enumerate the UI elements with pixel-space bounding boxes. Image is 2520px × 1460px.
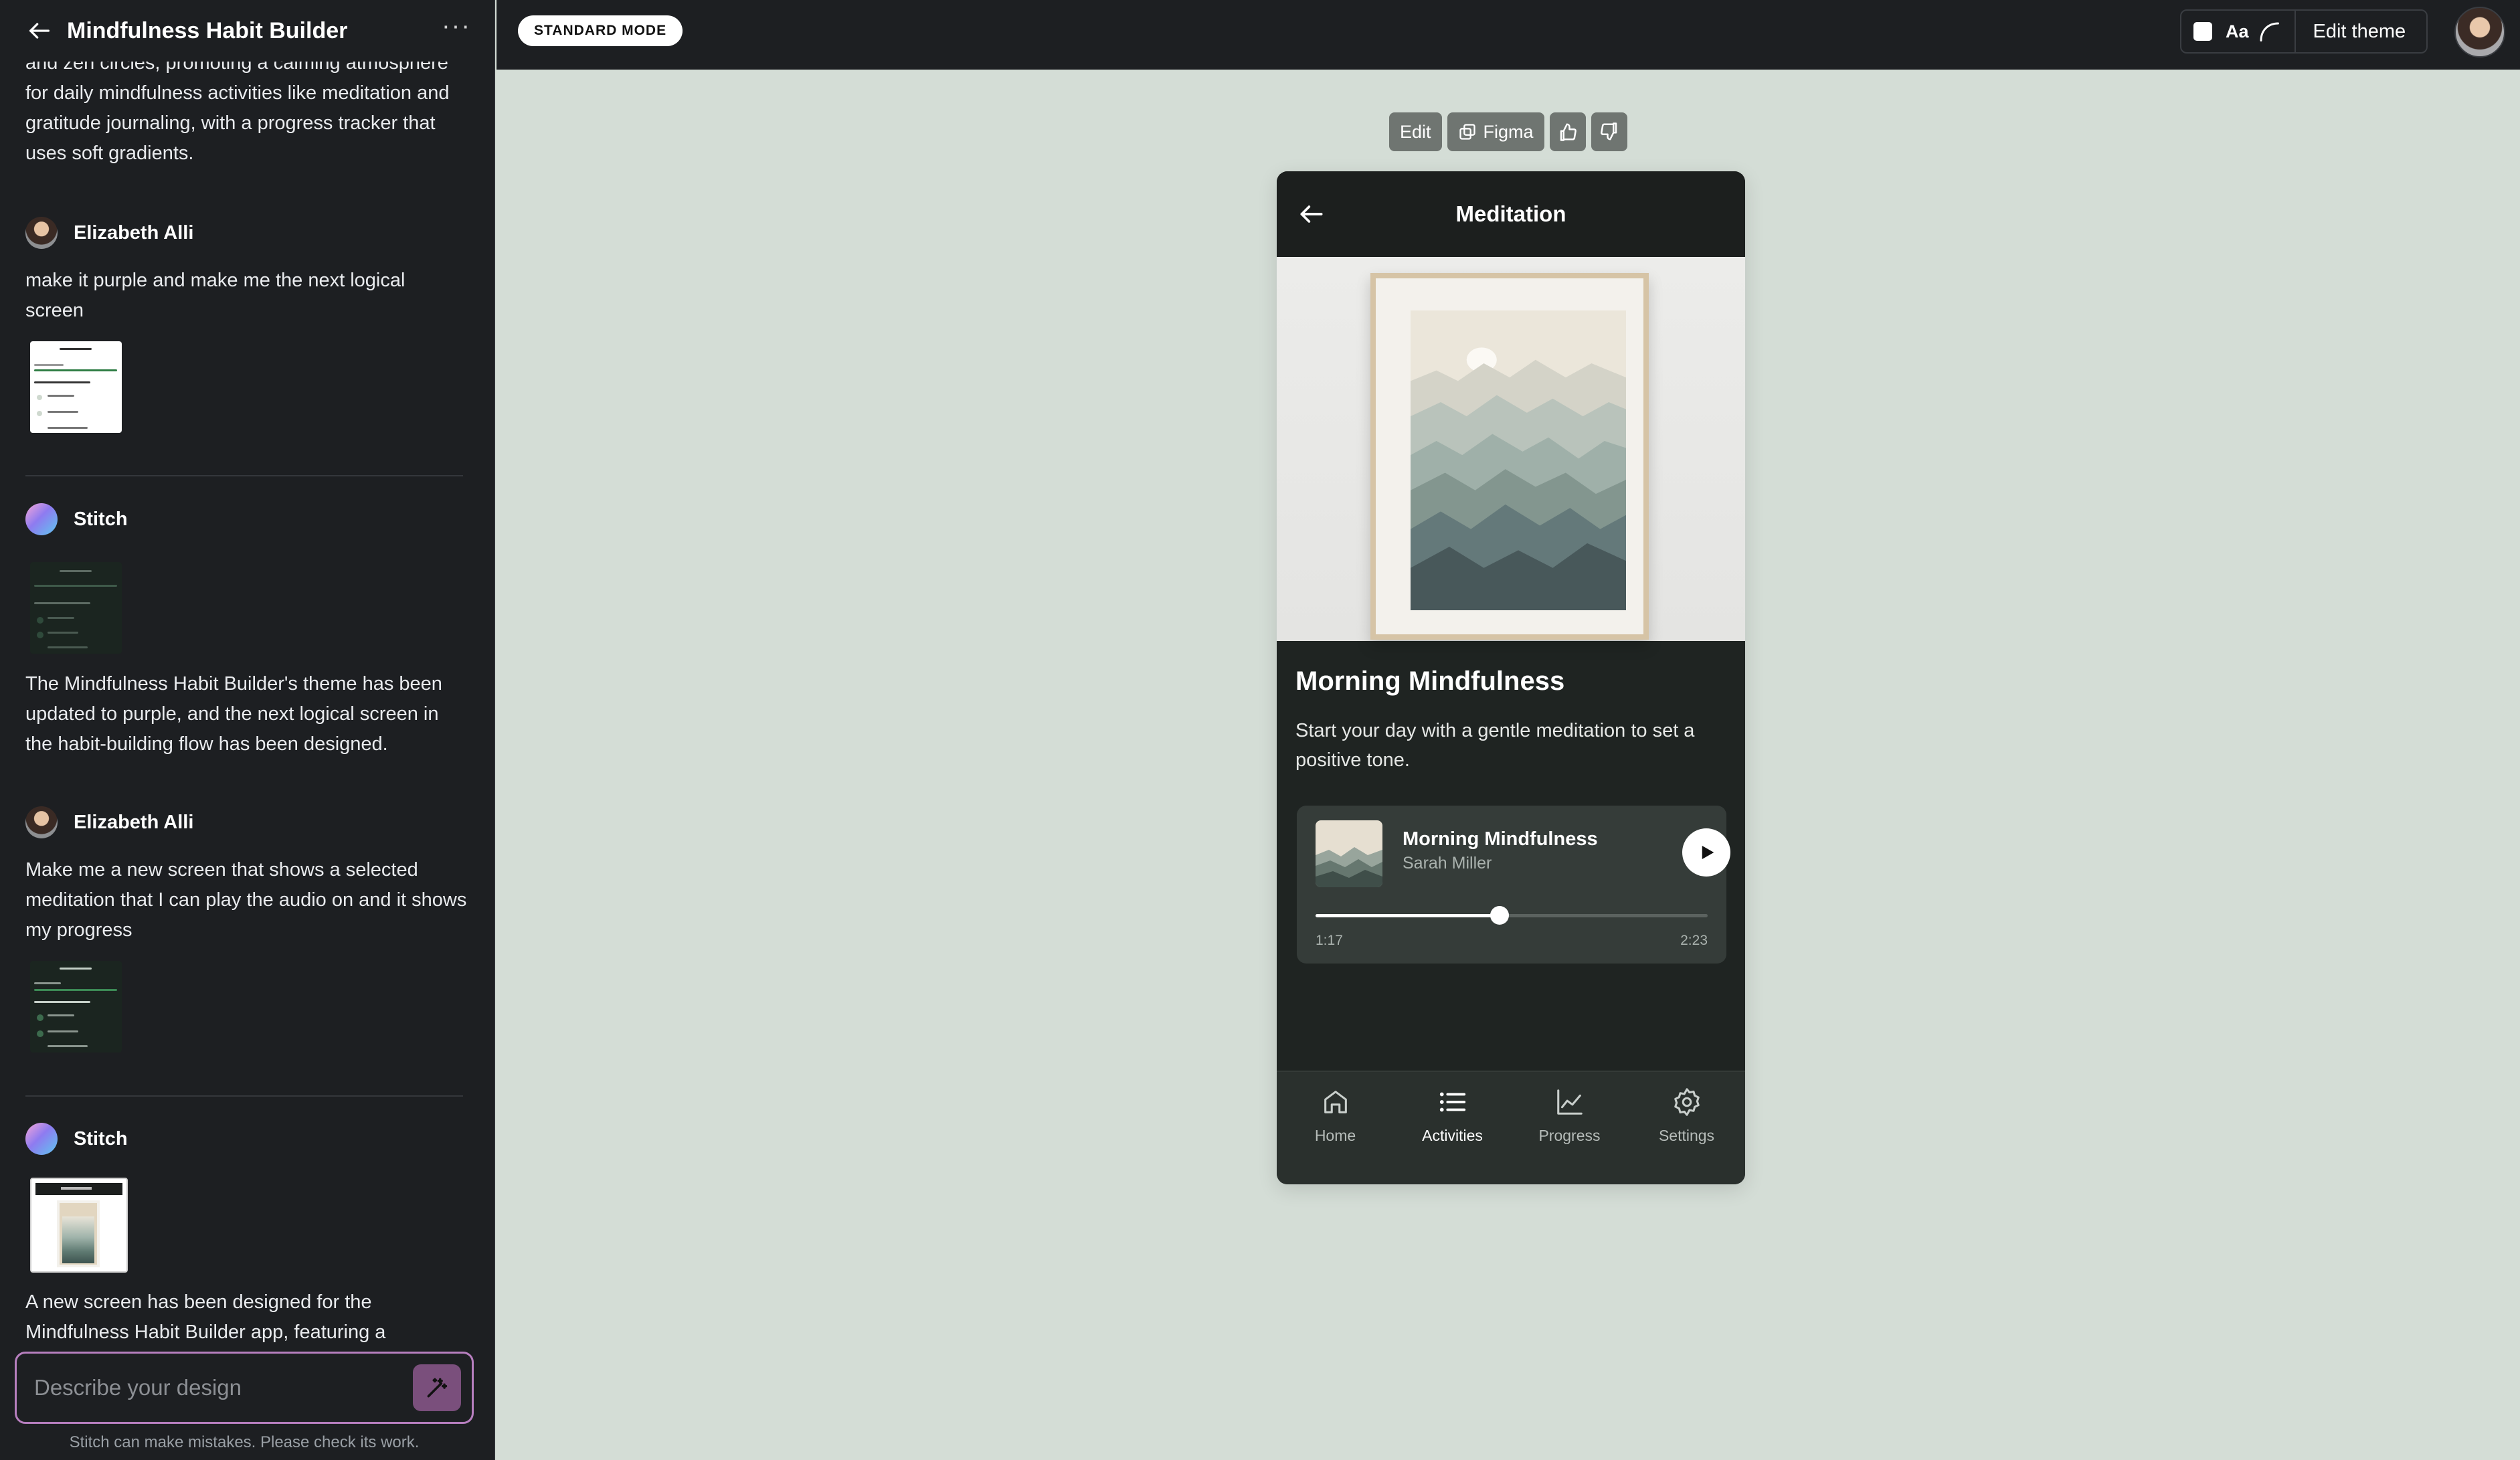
duration: 2:23 (1680, 933, 1708, 948)
message-divider (25, 1095, 463, 1097)
author-name: Elizabeth Alli (74, 221, 194, 244)
mountain-art (1411, 310, 1626, 610)
intro-message: and zen circles, promoting a calming atm… (25, 52, 450, 164)
nav-label: Progress (1538, 1127, 1601, 1144)
theme-controls[interactable]: Aa Edit theme (2180, 9, 2428, 54)
corner-radius-icon[interactable] (2257, 19, 2281, 43)
thumbs-down-icon (1600, 122, 1617, 141)
message-author: Elizabeth Alli (25, 217, 193, 249)
nav-label: Settings (1658, 1127, 1715, 1144)
play-button[interactable] (1682, 828, 1730, 877)
user-avatar (25, 806, 58, 838)
play-icon (1702, 846, 1714, 859)
session-title: Morning Mindfulness (1295, 666, 1565, 696)
author-name: Stitch (74, 508, 128, 530)
generate-button[interactable] (413, 1364, 461, 1411)
app-header: Meditation (1277, 171, 1745, 257)
screen-title: Meditation (1455, 201, 1566, 226)
arrow-left-icon (29, 23, 50, 39)
phone-preview[interactable]: Meditation Morning Mindfulness Start you… (1277, 171, 1745, 1184)
chat-sidebar: and zen circles, promoting a calming atm… (0, 0, 495, 1460)
chat-history[interactable]: and zen circles, promoting a calming atm… (0, 0, 494, 1345)
assistant-message: The Mindfulness Habit Builder's theme ha… (25, 673, 442, 755)
progress-fill (1316, 914, 1500, 917)
bottom-nav: Home Activities Progress Settings (1277, 1071, 1745, 1184)
screen-thumbnail[interactable] (30, 961, 122, 1053)
author-name: Stitch (74, 1127, 128, 1150)
font-icon[interactable]: Aa (2226, 21, 2249, 42)
magic-wand-icon (427, 1378, 448, 1398)
screen-thumbnail[interactable] (30, 1178, 128, 1273)
list-icon (1439, 1092, 1465, 1112)
sidebar-header: Mindfulness Habit Builder ··· (0, 0, 494, 62)
track-title: Morning Mindfulness (1403, 828, 1598, 850)
track-cover (1316, 820, 1382, 887)
prompt-input[interactable] (34, 1375, 413, 1400)
framed-art (1370, 273, 1649, 640)
edit-theme-button[interactable]: Edit theme (2313, 21, 2406, 43)
screen-thumbnail[interactable] (30, 341, 122, 433)
color-swatch-icon[interactable] (2193, 22, 2212, 41)
thumbs-up-button[interactable] (1549, 112, 1586, 151)
user-avatar (25, 217, 58, 249)
nav-label: Home (1314, 1127, 1356, 1144)
current-time: 1:17 (1316, 933, 1343, 948)
arrow-left-icon[interactable] (1297, 199, 1326, 229)
copy-icon (1459, 124, 1475, 140)
progress-slider[interactable] (1316, 906, 1708, 925)
project-title: Mindfulness Habit Builder (67, 17, 348, 43)
top-bar: STANDARD MODE Aa Edit theme (497, 0, 2520, 70)
user-message: Make me a new screen that shows a select… (25, 859, 467, 941)
back-button[interactable] (24, 15, 55, 46)
thumbs-up-icon (1560, 123, 1577, 141)
stitch-avatar (25, 1123, 58, 1155)
message-author: Stitch (25, 1123, 128, 1155)
edit-button[interactable]: Edit (1389, 112, 1442, 151)
hero-image (1277, 257, 1745, 641)
more-options-button[interactable]: ··· (442, 12, 471, 50)
message-author: Elizabeth Alli (25, 806, 193, 838)
message-author: Stitch (25, 503, 128, 535)
nav-home[interactable]: Home (1277, 1072, 1394, 1184)
disclaimer-text: Stitch can make mistakes. Please check i… (69, 1433, 420, 1451)
home-icon (1324, 1091, 1347, 1113)
progress-handle[interactable] (1490, 906, 1510, 925)
nav-activities[interactable]: Activities (1394, 1072, 1511, 1184)
audio-player: Morning Mindfulness Sarah Miller 1:17 2:… (1297, 806, 1730, 964)
screen-thumbnail[interactable] (30, 562, 122, 654)
message-divider (25, 475, 463, 476)
chart-icon (1556, 1089, 1583, 1115)
prompt-composer (15, 1352, 474, 1424)
figma-button[interactable]: Figma (1447, 112, 1544, 151)
nav-label: Activities (1422, 1127, 1483, 1144)
session-description: Start your day with a gentle meditation … (1295, 720, 1695, 771)
user-message: make it purple and make me the next logi… (25, 270, 406, 321)
gear-icon (1674, 1088, 1700, 1116)
stitch-avatar (25, 503, 58, 535)
user-avatar[interactable] (2454, 7, 2505, 58)
mode-toggle[interactable]: STANDARD MODE (518, 15, 683, 46)
nav-settings[interactable]: Settings (1628, 1072, 1745, 1184)
author-name: Elizabeth Alli (74, 811, 194, 833)
figma-label: Figma (1483, 121, 1534, 142)
canvas-toolbar: Edit Figma (1389, 112, 1627, 151)
thumbs-down-button[interactable] (1591, 112, 1627, 151)
nav-progress[interactable]: Progress (1511, 1072, 1628, 1184)
assistant-message: A new screen has been designed for the M… (25, 1291, 386, 1343)
track-artist: Sarah Miller (1403, 854, 1492, 873)
